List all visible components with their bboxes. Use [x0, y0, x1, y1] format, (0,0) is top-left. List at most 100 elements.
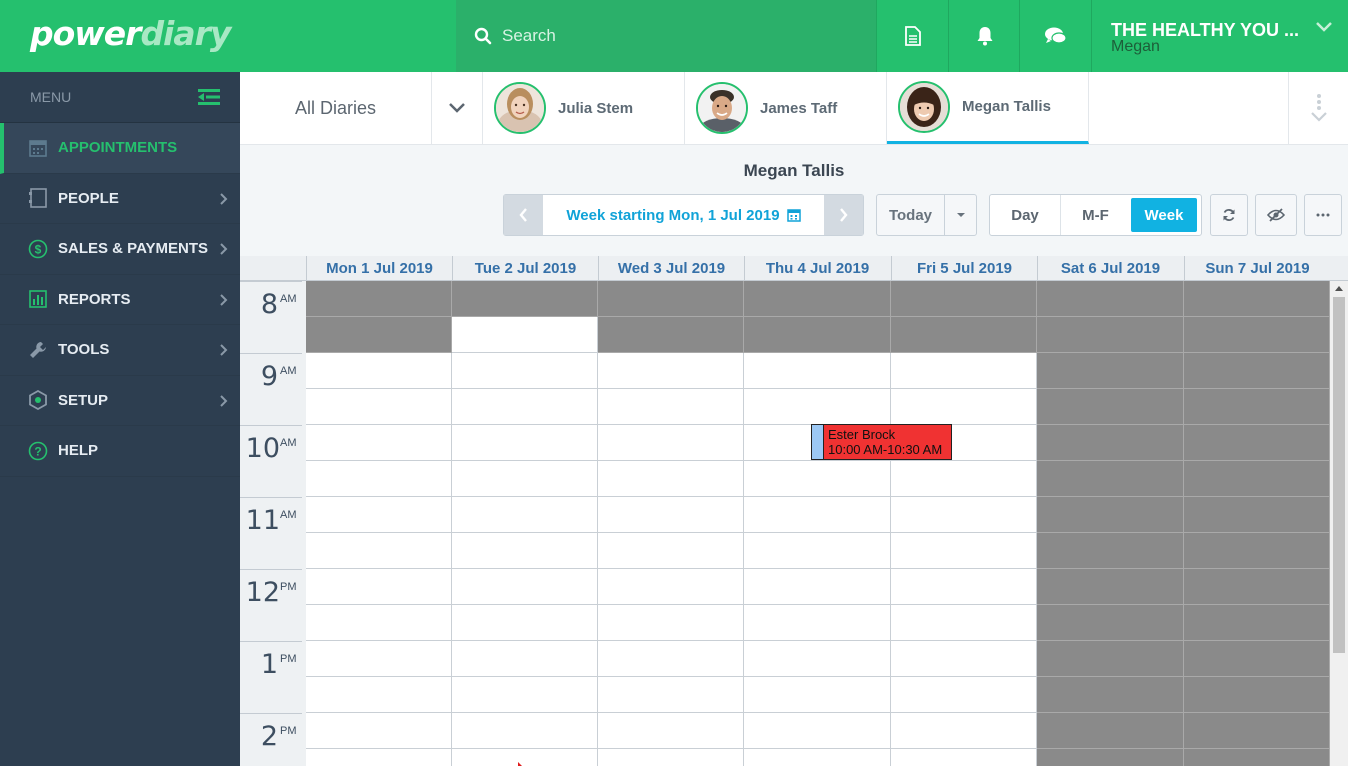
time-slot[interactable]	[1037, 317, 1184, 353]
time-slot[interactable]	[598, 281, 744, 317]
sidebar-item-help[interactable]: ? HELP	[0, 426, 240, 477]
time-slot[interactable]	[1184, 641, 1330, 677]
time-slot[interactable]	[306, 461, 452, 497]
time-slot[interactable]	[744, 497, 891, 533]
time-slot[interactable]	[1184, 353, 1330, 389]
practitioner-tab-megan-tallis[interactable]: Megan Tallis	[887, 72, 1089, 144]
time-slot[interactable]	[306, 317, 452, 353]
time-slot[interactable]	[452, 641, 598, 677]
sidebar-item-setup[interactable]: SETUP	[0, 376, 240, 426]
previous-week-button[interactable]	[504, 195, 543, 235]
time-slot[interactable]	[1037, 749, 1184, 766]
time-slot[interactable]	[891, 317, 1037, 353]
time-slot[interactable]	[598, 497, 744, 533]
time-slot[interactable]	[1184, 425, 1330, 461]
time-slot[interactable]	[452, 497, 598, 533]
day-header[interactable]: Fri 5 Jul 2019	[891, 256, 1037, 281]
sidebar-item-sales-payments[interactable]: $ SALES & PAYMENTS	[0, 224, 240, 275]
time-slot[interactable]	[452, 353, 598, 389]
view-mf-button[interactable]: M-F	[1061, 195, 1130, 235]
time-slot[interactable]	[598, 641, 744, 677]
time-slot[interactable]	[891, 281, 1037, 317]
time-slot[interactable]	[891, 461, 1037, 497]
time-slot[interactable]	[1037, 641, 1184, 677]
time-slot[interactable]	[1184, 461, 1330, 497]
time-slot[interactable]	[306, 677, 452, 713]
time-slot[interactable]	[452, 569, 598, 605]
today-button[interactable]: Today	[877, 195, 945, 235]
view-week-button[interactable]: Week	[1131, 198, 1197, 232]
time-slot[interactable]	[891, 641, 1037, 677]
time-slot[interactable]	[891, 605, 1037, 641]
time-slot[interactable]	[306, 281, 452, 317]
time-slot[interactable]	[306, 353, 452, 389]
more-diaries-button[interactable]	[1288, 72, 1348, 144]
day-header[interactable]: Wed 3 Jul 2019	[598, 256, 744, 281]
time-slot[interactable]	[598, 749, 744, 766]
messages-button[interactable]	[1019, 0, 1091, 72]
time-slot[interactable]	[1037, 713, 1184, 749]
time-slot[interactable]	[1037, 461, 1184, 497]
time-slot[interactable]	[598, 389, 744, 425]
time-slot[interactable]	[306, 533, 452, 569]
time-slot[interactable]	[306, 641, 452, 677]
time-slot[interactable]	[598, 533, 744, 569]
time-slot[interactable]	[598, 713, 744, 749]
time-slot[interactable]	[452, 389, 598, 425]
time-slot[interactable]	[744, 533, 891, 569]
time-slot[interactable]	[1184, 569, 1330, 605]
documents-button[interactable]	[876, 0, 948, 72]
time-slot[interactable]	[891, 569, 1037, 605]
sidebar-item-people[interactable]: PEOPLE	[0, 174, 240, 224]
time-slot[interactable]	[306, 389, 452, 425]
time-slot[interactable]	[1184, 749, 1330, 766]
time-slot[interactable]	[1184, 497, 1330, 533]
time-slot[interactable]	[306, 605, 452, 641]
time-slot[interactable]	[891, 749, 1037, 766]
time-slot[interactable]	[452, 317, 598, 353]
time-slot[interactable]	[1184, 389, 1330, 425]
time-slot[interactable]	[1184, 605, 1330, 641]
account-menu[interactable]: THE HEALTHY YOU ... Megan	[1091, 0, 1348, 72]
time-slot[interactable]	[598, 461, 744, 497]
time-slot[interactable]	[1037, 533, 1184, 569]
powerdiary-logo[interactable]: powerdiary	[30, 14, 231, 53]
view-day-button[interactable]: Day	[990, 195, 1061, 235]
time-slot[interactable]	[598, 317, 744, 353]
time-slot[interactable]	[452, 713, 598, 749]
time-slot[interactable]	[598, 353, 744, 389]
time-slot[interactable]	[1184, 713, 1330, 749]
time-slot[interactable]	[1037, 569, 1184, 605]
more-options-button[interactable]	[1304, 194, 1342, 236]
time-slot[interactable]	[891, 533, 1037, 569]
time-slot[interactable]	[306, 497, 452, 533]
appointment[interactable]: Ester Brock 10:00 AM-10:30 AM	[811, 424, 952, 460]
next-week-button[interactable]	[824, 195, 863, 235]
time-slot[interactable]	[452, 281, 598, 317]
time-slot[interactable]	[306, 425, 452, 461]
sidebar-item-tools[interactable]: TOOLS	[0, 325, 240, 376]
sidebar-item-reports[interactable]: REPORTS	[0, 275, 240, 325]
time-slot[interactable]	[744, 389, 891, 425]
time-slot[interactable]	[1037, 425, 1184, 461]
all-diaries-tab[interactable]: All Diaries	[240, 72, 432, 144]
refresh-button[interactable]	[1210, 194, 1248, 236]
time-slot[interactable]	[1037, 353, 1184, 389]
time-slot[interactable]	[452, 461, 598, 497]
day-header[interactable]: Mon 1 Jul 2019	[306, 256, 452, 281]
notifications-button[interactable]	[948, 0, 1020, 72]
time-slot[interactable]	[744, 281, 891, 317]
time-slot[interactable]	[891, 713, 1037, 749]
time-slot[interactable]	[744, 713, 891, 749]
time-slot[interactable]	[1037, 605, 1184, 641]
sidebar-item-appointments[interactable]: APPOINTMENTS	[0, 123, 240, 174]
search-input[interactable]: Search	[456, 0, 876, 72]
time-slot[interactable]	[744, 641, 891, 677]
time-slot[interactable]	[744, 353, 891, 389]
time-slot[interactable]	[306, 749, 452, 766]
time-slot[interactable]	[744, 749, 891, 766]
today-dropdown[interactable]	[945, 195, 977, 235]
time-slot[interactable]	[598, 569, 744, 605]
time-slot[interactable]	[891, 497, 1037, 533]
time-slot[interactable]	[452, 425, 598, 461]
